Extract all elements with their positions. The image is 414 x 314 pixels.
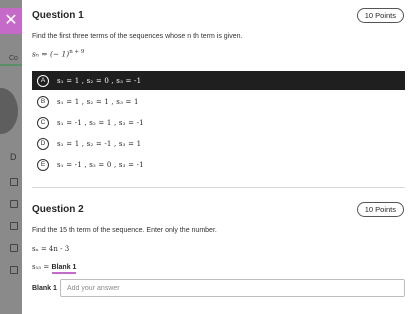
question-1-title: Question 1 — [32, 9, 84, 21]
option-d-letter: D — [37, 137, 49, 150]
question-2-points-badge: 10 Points — [356, 201, 404, 217]
quiz-panel: Question 1 10 Points Find the first thre… — [22, 0, 414, 314]
background-side-label: D — [10, 152, 17, 162]
background-tab-underline — [0, 64, 22, 66]
formula-exponent: n + 9 — [69, 49, 85, 55]
question-2-blank-line: s₁₅ = Blank 1 — [32, 263, 77, 274]
question-1-points-badge: 10 Points — [356, 7, 404, 23]
blank-prefix: s₁₅ = — [32, 263, 52, 271]
close-icon[interactable]: ✕ — [0, 8, 22, 34]
question-2-prompt: Find the 15 th term of the sequence. Ent… — [32, 227, 217, 234]
option-d[interactable]: D s₁ = 1 , s₂ = -1 , s₃ = 1 — [32, 134, 405, 153]
option-d-text: s₁ = 1 , s₂ = -1 , s₃ = 1 — [57, 139, 142, 148]
edit-icon — [10, 266, 18, 274]
question-1-formula: sₙ = (− 1)n + 9 — [32, 49, 84, 59]
answer-label: Blank 1 — [32, 284, 57, 292]
share-icon — [10, 222, 18, 230]
question-2-header: Question 2 10 Points — [32, 200, 404, 218]
option-b[interactable]: B s₁ = 1 , s₂ = 1 , s₃ = 1 — [32, 92, 405, 111]
answer-row: Blank 1 — [32, 279, 405, 297]
option-a[interactable]: A s₁ = 1 , s₂ = 0 , s₃ = -1 — [32, 71, 405, 90]
blank-1-tag[interactable]: Blank 1 — [51, 264, 77, 274]
person-icon — [10, 178, 18, 186]
formula-base: sₙ = (− 1) — [32, 49, 70, 59]
question-1-header: Question 1 10 Points — [32, 6, 404, 24]
question-2-title: Question 2 — [32, 203, 84, 215]
option-b-text: s₁ = 1 , s₂ = 1 , s₃ = 1 — [57, 97, 139, 106]
question-1-prompt: Find the first three terms of the sequen… — [32, 33, 243, 40]
option-e[interactable]: E s₁ = -1 , s₂ = 0 , s₃ = -1 — [32, 155, 405, 174]
option-c-letter: C — [37, 116, 49, 129]
background-app: ✕ Co D — [0, 0, 22, 314]
option-c[interactable]: C s₁ = -1 , s₂ = 1 , s₃ = -1 — [32, 113, 405, 132]
option-c-text: s₁ = -1 , s₂ = 1 , s₃ = -1 — [57, 118, 144, 127]
option-e-letter: E — [37, 158, 49, 171]
question-2-formula: sₙ = 4n - 3 — [32, 245, 70, 253]
question-divider — [32, 187, 405, 188]
option-a-text: s₁ = 1 , s₂ = 0 , s₃ = -1 — [57, 76, 142, 85]
document-icon — [10, 200, 18, 208]
background-tab-label: Co — [9, 55, 18, 62]
option-b-letter: B — [37, 95, 49, 108]
option-e-text: s₁ = -1 , s₂ = 0 , s₃ = -1 — [57, 160, 144, 169]
option-a-letter: A — [37, 74, 49, 87]
answer-input[interactable] — [60, 279, 405, 297]
avatar — [0, 88, 18, 134]
chat-icon — [10, 244, 18, 252]
